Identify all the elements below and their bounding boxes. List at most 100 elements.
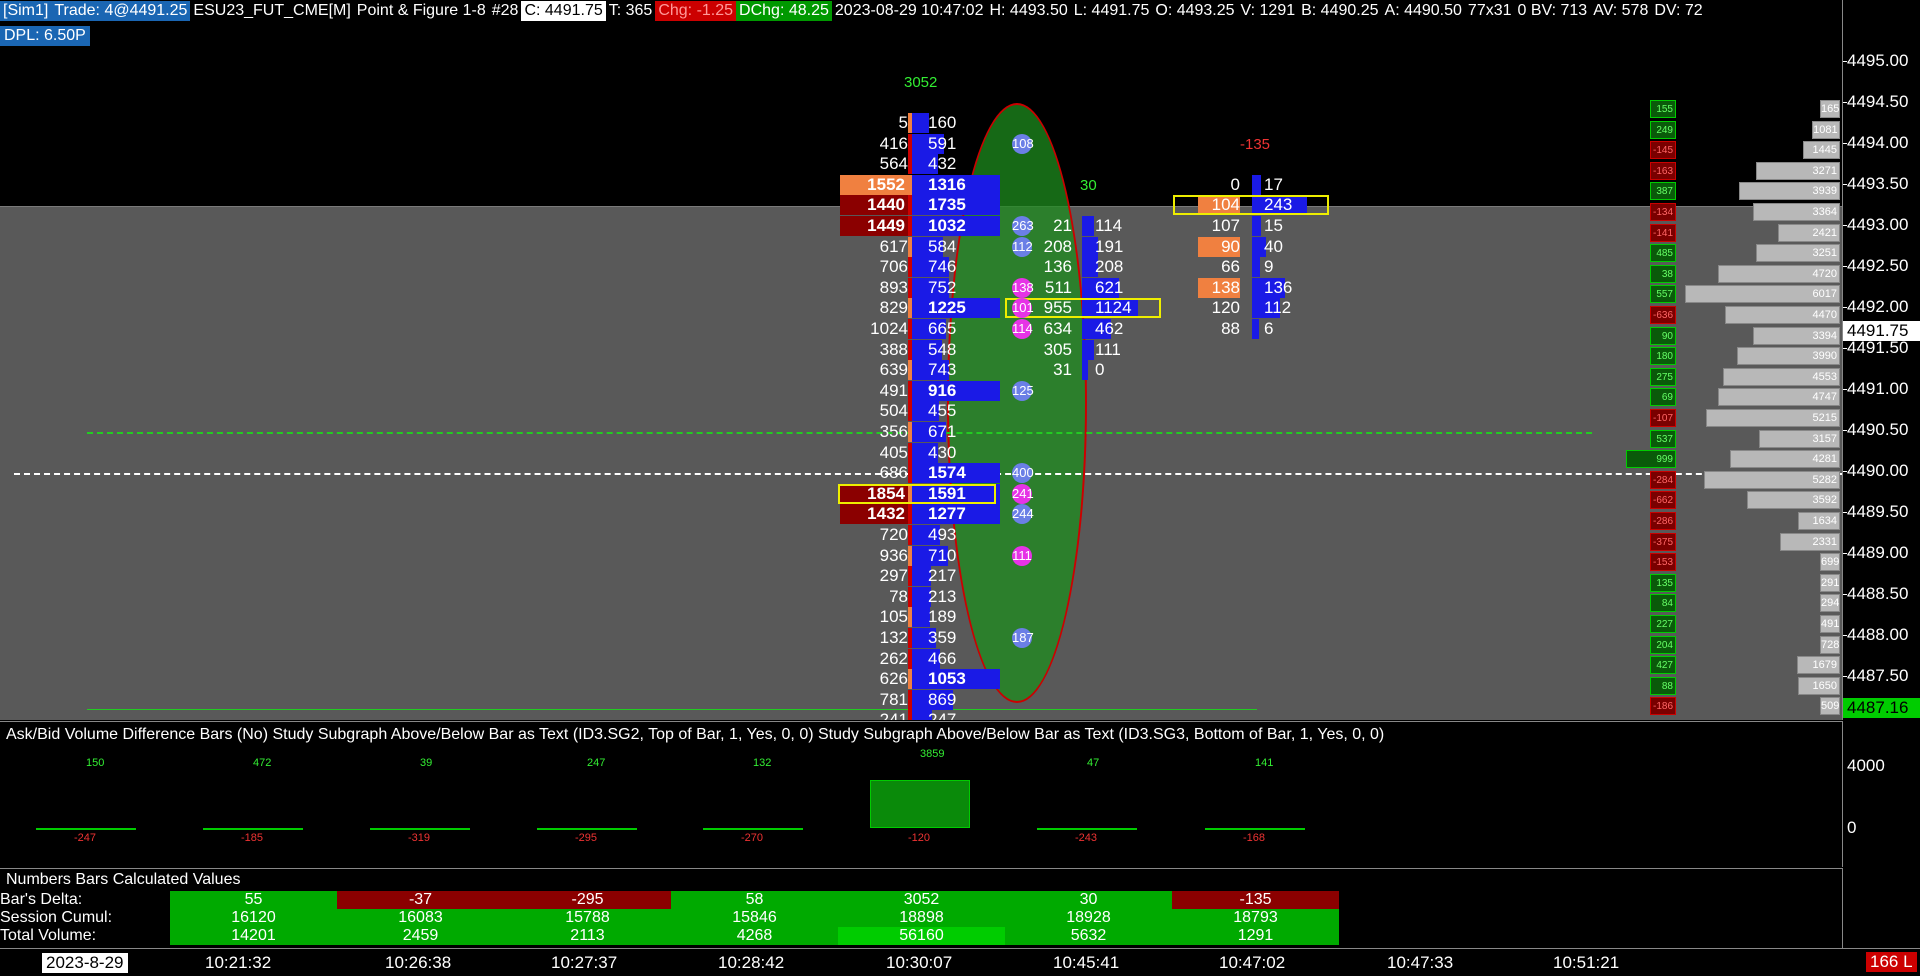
ask-cell: 1032 — [928, 216, 966, 235]
bar-body-segment — [908, 607, 912, 628]
time-label[interactable]: 10:26:38 — [385, 953, 451, 973]
study-axis[interactable]: 4000 0 — [1842, 721, 1920, 867]
vp-bar: 2331 — [1779, 532, 1840, 551]
bid-cell: 504 — [879, 401, 908, 421]
col3-ask-cell: 15 — [1264, 216, 1283, 235]
col2-ask-bar — [1082, 339, 1094, 360]
vp-delta-box: -145 — [1650, 141, 1676, 160]
chart-header: [Sim1] Trade: 4@4491.25 ESU23_FUT_CME[M]… — [0, 0, 1706, 22]
bid-cell: 356 — [879, 422, 908, 441]
col2-ask-cell: 111 — [1095, 339, 1121, 359]
ask-cell: 591 — [928, 133, 957, 153]
vp-bar: 4747 — [1717, 388, 1840, 407]
vp-delta-box: -636 — [1650, 306, 1676, 324]
ask-cell: 1053 — [928, 669, 966, 689]
price-tick-label: 4491.50 — [1847, 338, 1909, 357]
price-tick-label: 4489.50 — [1847, 502, 1909, 521]
time-label[interactable]: 10:30:07 — [886, 953, 952, 973]
time-label[interactable]: 10:47:02 — [1219, 953, 1285, 973]
study-bottom-label: -319 — [408, 832, 431, 844]
bid-cell: 893 — [879, 277, 908, 297]
ask-cell: 247 — [928, 710, 957, 720]
ask-cell: 466 — [928, 648, 957, 668]
col3-bid-cell: 107 — [1211, 216, 1240, 235]
col2-ask-cell: 208 — [1095, 257, 1124, 277]
bar-body-segment — [908, 586, 912, 607]
vp-delta-box: 135 — [1650, 573, 1676, 592]
col2-bid-cell: 136 — [1043, 257, 1072, 277]
chart-type-label: Point & Figure 1-8 — [356, 2, 486, 19]
col2-ask-cell: 0 — [1095, 360, 1105, 380]
numbers-cell: -295 — [504, 891, 671, 909]
study-panel[interactable]: Ask/Bid Volume Difference Bars (No) Stud… — [0, 721, 1842, 867]
price-tick-label: 4492.00 — [1847, 297, 1909, 316]
study-top-label: 141 — [1255, 757, 1274, 769]
study-bottom-label: -247 — [74, 832, 97, 844]
vp-delta-box: 485 — [1650, 244, 1676, 263]
price-tick-label: 4493.00 — [1847, 215, 1909, 234]
bid-cell: 686 — [879, 463, 908, 483]
bar-total-label: 3052 — [904, 74, 938, 91]
vp-bar: 4281 — [1729, 450, 1840, 469]
bar-body-segment — [908, 710, 912, 720]
bid-cell: 829 — [879, 298, 908, 318]
ask-cell: 710 — [928, 545, 957, 565]
numbers-row-label: Session Cumul: — [0, 909, 113, 926]
bid-cell: 617 — [879, 236, 908, 256]
bid-cell: 405 — [879, 442, 908, 462]
bid-volume: 0 BV: 713 — [1517, 2, 1588, 19]
numbers-row-label: Bar's Delta: — [0, 891, 83, 908]
ask-cell: 430 — [928, 442, 957, 462]
col3-ask-bar — [1252, 174, 1262, 195]
study-bar — [703, 828, 803, 830]
tick-count: T: 365 — [608, 2, 653, 19]
time-axis[interactable]: 2023-8-29 10:21:32 10:26:38 10:27:37 10:28:4… — [0, 948, 1920, 976]
vp-bar: 728 — [1820, 635, 1840, 654]
col3-ask-cell: 17 — [1264, 174, 1283, 194]
time-label[interactable]: 2023-8-29 — [42, 953, 128, 973]
vp-delta-box: 84 — [1650, 594, 1676, 613]
time-label[interactable]: 10:27:37 — [551, 953, 617, 973]
numbers-cell: 16120 — [170, 909, 337, 927]
time-label[interactable]: 10:28:42 — [718, 953, 784, 973]
bar3-total-label: -135 — [1240, 136, 1271, 153]
price-tick-label: 4494.50 — [1847, 92, 1909, 111]
vp-bar: 3939 — [1738, 182, 1840, 201]
col3-ask-cell: 112 — [1264, 298, 1292, 318]
numbers-cell: 1291 — [1172, 927, 1339, 945]
ask-cell: 916 — [928, 380, 957, 400]
col3-bid-cell: 66 — [1221, 257, 1240, 277]
bar-body-segment — [908, 669, 912, 690]
bid-cell: 639 — [879, 360, 908, 380]
study-top-label: 472 — [253, 757, 272, 769]
study-tick-label: 0 — [1847, 818, 1857, 837]
bar-body-segment — [908, 319, 912, 339]
study-bottom-label: -243 — [1075, 832, 1098, 844]
vp-bar: 291 — [1820, 573, 1840, 592]
time-label[interactable]: 10:47:33 — [1387, 953, 1453, 973]
main-chart-region[interactable]: [Sim1] Trade: 4@4491.25 ESU23_FUT_CME[M]… — [0, 0, 1842, 720]
study-bottom-label: -168 — [1243, 832, 1266, 844]
time-label[interactable]: 10:21:32 — [205, 953, 271, 973]
vp-delta-box: 999 — [1626, 450, 1676, 469]
numbers-cell: 4268 — [671, 927, 838, 945]
time-label[interactable]: 10:51:21 — [1553, 953, 1619, 973]
bid-cell: 132 — [879, 628, 908, 647]
numbers-cell: -37 — [337, 891, 504, 909]
vp-delta-box: -107 — [1650, 409, 1676, 427]
time-label[interactable]: 10:45:41 — [1053, 953, 1119, 973]
ask-cell: 1735 — [928, 195, 966, 215]
ask-value: A: 4490.50 — [1384, 2, 1462, 19]
vp-delta-box: 387 — [1650, 182, 1676, 201]
bar-body-segment — [908, 236, 912, 257]
price-axis[interactable]: 4495.00 4494.50 4494.00 4493.50 4493.00 4492.… — [1842, 0, 1920, 720]
col3-ask-cell: 6 — [1264, 319, 1274, 338]
vp-delta-box: 249 — [1650, 120, 1676, 139]
numbers-cell: 16083 — [337, 909, 504, 927]
numbers-axis — [1842, 868, 1920, 948]
bar-body-segment — [908, 401, 912, 422]
vp-delta-box: -134 — [1650, 203, 1676, 221]
numbers-cell: 30 — [1005, 891, 1172, 909]
col3-ask-cell: 9 — [1264, 257, 1274, 277]
col2-ask-cell: 462 — [1095, 319, 1124, 338]
